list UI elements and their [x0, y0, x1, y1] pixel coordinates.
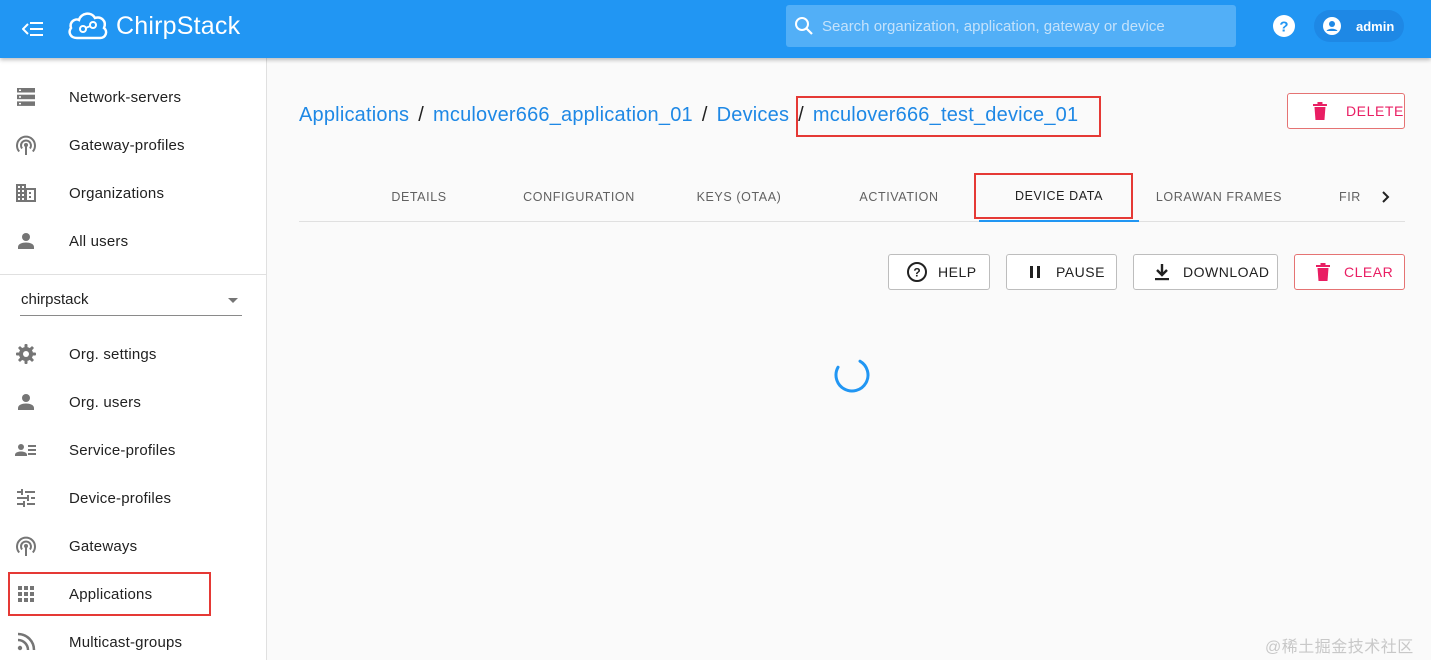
- app-name: ChirpStack: [116, 11, 241, 40]
- sidebar-item-label: Device-profiles: [69, 489, 172, 507]
- gateway-icon: [16, 536, 36, 556]
- breadcrumb-separator: /: [798, 104, 804, 126]
- tab-details[interactable]: DETAILS: [339, 172, 499, 222]
- sidebar-item-network-servers[interactable]: Network-servers: [0, 73, 266, 121]
- sidebar-item-org-users[interactable]: Org. users: [0, 378, 266, 426]
- tab-label: CONFIGURATION: [523, 190, 635, 204]
- account-details-icon: [15, 444, 36, 456]
- svg-text:?: ?: [1279, 19, 1288, 36]
- tab-label: FIR: [1339, 190, 1361, 204]
- breadcrumb: Applications / mculover666_application_01 /…: [299, 104, 1078, 127]
- tab-configuration[interactable]: CONFIGURATION: [499, 172, 659, 222]
- help-button[interactable]: ? HELP: [888, 254, 990, 290]
- chevron-right-icon: [1382, 191, 1390, 203]
- tab-label: DETAILS: [391, 190, 447, 204]
- help-label: HELP: [938, 264, 977, 280]
- tab-label: DEVICE DATA: [1014, 189, 1104, 203]
- pause-label: PAUSE: [1056, 264, 1105, 280]
- sidebar-item-applications[interactable]: Applications: [0, 570, 266, 618]
- tab-lorawan-frames[interactable]: LORAWAN FRAMES: [1139, 172, 1299, 222]
- tab-label: LORAWAN FRAMES: [1155, 190, 1283, 204]
- menu-collapse-icon: [22, 22, 43, 36]
- account-circle-icon: [1323, 17, 1341, 35]
- sidebar-item-gateway-profiles[interactable]: Gateway-profiles: [0, 121, 266, 169]
- delete-icon: [1316, 263, 1330, 281]
- chirpstack-logo[interactable]: ChirpStack: [66, 6, 240, 46]
- delete-device-button[interactable]: DELETE: [1287, 93, 1405, 129]
- breadcrumb-application[interactable]: mculover666_application_01: [433, 104, 693, 126]
- delete-icon: [1312, 102, 1327, 120]
- sidebar-item-label: Service-profiles: [69, 441, 176, 459]
- sidebar-item-gateways[interactable]: Gateways: [0, 522, 266, 570]
- gear-icon: [16, 344, 36, 364]
- tab-keys-otaa[interactable]: KEYS (OTAA): [659, 172, 819, 222]
- delete-label: DELETE: [1345, 103, 1404, 119]
- tune-icon: [17, 489, 35, 507]
- sidebar-item-label: Multicast-groups: [69, 633, 183, 651]
- tab-activation[interactable]: ACTIVATION: [819, 172, 979, 222]
- sidebar-item-all-users[interactable]: All users: [0, 217, 266, 265]
- breadcrumb-device[interactable]: mculover666_test_device_01: [813, 104, 1078, 126]
- tab-label: ACTIVATION: [859, 190, 939, 204]
- sidebar-item-multicast-groups[interactable]: Multicast-groups: [0, 618, 266, 660]
- watermark: @稀土掘金技术社区: [1265, 639, 1414, 656]
- sidebar-item-label: Org. users: [69, 393, 142, 411]
- domain-icon: [16, 184, 36, 202]
- help-circle-icon: ?: [1273, 15, 1295, 37]
- cloud-logo-icon: [68, 12, 108, 40]
- svg-text:?: ?: [913, 266, 920, 280]
- breadcrumb-devices[interactable]: Devices: [717, 104, 790, 126]
- sidebar-divider: [0, 274, 266, 275]
- apps-grid-icon: [18, 586, 34, 602]
- organization-select[interactable]: chirpstack: [20, 284, 242, 316]
- menu-toggle-button[interactable]: [18, 14, 48, 44]
- loading-spinner: [834, 357, 870, 393]
- sidebar-item-label: Gateways: [69, 537, 138, 555]
- tab-device-data[interactable]: DEVICE DATA: [979, 172, 1139, 222]
- sidebar-item-label: Org. settings: [69, 345, 157, 363]
- sidebar-item-service-profiles[interactable]: Service-profiles: [0, 426, 266, 474]
- app-bar: ChirpStack ? admin: [0, 0, 1431, 58]
- breadcrumb-applications[interactable]: Applications: [299, 104, 409, 126]
- breadcrumb-separator: /: [418, 104, 425, 126]
- help-button[interactable]: ?: [1272, 14, 1296, 38]
- tab-firmware[interactable]: FIR: [1339, 172, 1371, 222]
- clear-label: CLEAR: [1344, 264, 1394, 280]
- server-icon: [17, 88, 35, 106]
- global-search[interactable]: [786, 5, 1236, 47]
- download-icon: [1155, 264, 1169, 281]
- organization-select-value: chirpstack: [21, 291, 89, 308]
- search-input[interactable]: [822, 17, 1236, 35]
- dropdown-arrow-icon: [228, 298, 238, 303]
- help-outline-icon: ?: [907, 262, 927, 282]
- rss-icon: [17, 632, 36, 651]
- sidebar: Network-servers Gateway-profiles Organiz…: [0, 58, 267, 660]
- person-icon: [18, 394, 34, 410]
- sidebar-item-device-profiles[interactable]: Device-profiles: [0, 474, 266, 522]
- sidebar-item-label: Gateway-profiles: [69, 136, 185, 154]
- device-tabs: DETAILS CONFIGURATION KEYS (OTAA) ACTIVA…: [299, 172, 1405, 222]
- sidebar-item-organizations[interactable]: Organizations: [0, 169, 266, 217]
- clear-button[interactable]: CLEAR: [1294, 254, 1405, 290]
- tabs-scroll-right-button[interactable]: [1372, 182, 1400, 212]
- breadcrumb-separator: /: [701, 104, 708, 126]
- person-icon: [18, 233, 34, 249]
- sidebar-item-org-settings[interactable]: Org. settings: [0, 330, 266, 378]
- download-label: DOWNLOAD: [1183, 264, 1270, 280]
- sidebar-item-label: Organizations: [69, 184, 165, 202]
- sidebar-item-label: Network-servers: [69, 88, 182, 106]
- download-button[interactable]: DOWNLOAD: [1133, 254, 1278, 290]
- sidebar-item-label: All users: [69, 232, 129, 250]
- gateway-icon: [16, 135, 36, 155]
- tab-label: KEYS (OTAA): [696, 190, 782, 204]
- user-name: admin: [1356, 18, 1395, 34]
- pause-icon: [1030, 266, 1040, 278]
- user-menu-chip[interactable]: admin: [1314, 10, 1404, 42]
- sidebar-item-label: Applications: [69, 585, 153, 603]
- pause-button[interactable]: PAUSE: [1006, 254, 1117, 290]
- search-icon: [786, 16, 822, 36]
